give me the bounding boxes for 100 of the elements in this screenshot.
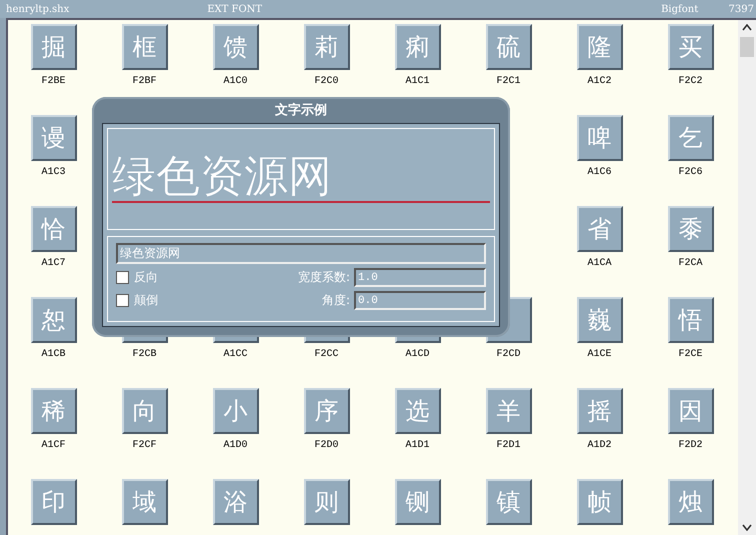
file-name: henryltp.shx [6,4,70,14]
glyph-tile[interactable]: 痢 [394,24,440,70]
glyph-code: F2C6 [678,167,702,178]
glyph-tile[interactable]: 稀 [30,388,76,434]
glyph-code: F2C2 [678,76,702,87]
glyph-code: F2D2 [678,440,702,451]
glyph-tile[interactable]: 帧 [576,479,622,525]
checkbox[interactable] [116,271,129,284]
glyph-tile[interactable]: 硫 [486,24,532,70]
glyph-character: 痢 [406,35,430,59]
glyph-tile[interactable]: 羊 [486,388,532,434]
glyph-character: 啤 [588,126,612,150]
glyph-tile[interactable]: 黍 [668,206,714,252]
glyph-tile[interactable]: 浴 [212,479,258,525]
glyph-tile[interactable]: 因 [668,388,714,434]
scroll-down-icon[interactable] [742,524,752,531]
glyph-tile[interactable]: 隆 [576,24,622,70]
glyph-tile[interactable]: 印 [30,479,76,525]
glyph-character: 掘 [42,35,66,59]
glyph-tile[interactable]: 框 [122,24,168,70]
glyph-code: A1CD [405,349,430,360]
glyph-character: 帧 [588,490,612,514]
glyph-character: 买 [678,35,702,59]
glyph-tile[interactable]: 省 [576,206,622,252]
glyph-character: 稀 [42,399,66,423]
checkbox-label: 颠倒 [134,292,158,309]
scrollbar[interactable] [738,18,756,535]
glyph-code: A1CF [41,440,66,451]
glyph-tile[interactable]: 买 [668,24,714,70]
glyph-character: 黍 [678,217,702,241]
checkbox-label: 反向 [134,269,158,286]
glyph-code: F2BF [132,76,156,87]
glyph-tile[interactable]: 乞 [668,115,714,161]
glyph-code: A1CC [223,349,248,360]
glyph-character: 镇 [496,490,520,514]
glyph-tile[interactable]: 选 [394,388,440,434]
glyph-character: 恰 [42,217,66,241]
glyph-code: F2D0 [314,440,338,451]
glyph-tile[interactable]: 摇 [576,388,622,434]
glyph-tile[interactable]: 谩 [30,115,76,161]
dialog-title: 文字示例 [275,102,327,120]
glyph-tile[interactable]: 则 [304,479,350,525]
glyph-character: 省 [588,217,612,241]
glyph-tile[interactable]: 恕 [30,297,76,343]
glyph-code: F2CA [678,258,702,269]
scroll-up-icon[interactable] [742,24,752,31]
glyph-character: 框 [132,35,156,59]
glyph-character: 因 [678,399,702,423]
glyph-count: 7397 [728,4,754,14]
glyph-character: 选 [406,399,430,423]
glyph-tile[interactable]: 序 [304,388,350,434]
glyph-character: 隆 [588,35,612,59]
glyph-code: A1D2 [587,440,612,451]
number-input-field[interactable]: 0.0 [354,291,486,310]
glyph-tile[interactable]: 掘 [30,24,76,70]
glyph-code: F2C1 [496,76,520,87]
glyph-code: F2CF [132,440,156,451]
field-label: 宽度系数: [298,269,350,286]
glyph-tile[interactable]: 恰 [30,206,76,252]
glyph-tile[interactable]: 域 [122,479,168,525]
glyph-character: 小 [224,399,248,423]
glyph-code: A1C1 [405,76,430,87]
glyph-tile[interactable]: 啤 [576,115,622,161]
glyph-code: A1C3 [41,167,66,178]
glyph-character: 烛 [678,490,702,514]
text-input-field[interactable]: 绿色资源网 [116,243,486,264]
glyph-code: A1CB [41,349,66,360]
glyph-code: F2CC [314,349,338,360]
glyph-code: A1C7 [41,258,66,269]
glyph-character: 乞 [678,126,702,150]
glyph-tile[interactable]: 悟 [668,297,714,343]
checkbox[interactable] [116,294,129,307]
glyph-tile[interactable]: 巍 [576,297,622,343]
glyph-tile[interactable]: 小 [212,388,258,434]
glyph-tile[interactable]: 烛 [668,479,714,525]
glyph-character: 铡 [406,490,430,514]
glyph-character: 悟 [678,308,702,332]
glyph-tile[interactable]: 镇 [486,479,532,525]
glyph-tile[interactable]: 馈 [212,24,258,70]
glyph-character: 谩 [42,126,66,150]
glyph-character: 则 [314,490,338,514]
glyph-tile[interactable]: 铡 [394,479,440,525]
glyph-character: 硫 [496,35,520,59]
glyph-tile[interactable]: 莉 [304,24,350,70]
glyph-code: F2D1 [496,440,520,451]
glyph-character: 恕 [42,308,66,332]
glyph-character: 馈 [224,35,248,59]
number-input-field[interactable]: 1.0 [354,268,486,287]
glyph-character: 域 [132,490,156,514]
glyph-character: 浴 [224,490,248,514]
glyph-character: 摇 [588,399,612,423]
scroll-thumb[interactable] [740,37,754,57]
glyph-code: A1D0 [223,440,248,451]
glyph-character: 羊 [496,399,520,423]
glyph-tile[interactable]: 向 [122,388,168,434]
glyph-code: F2C0 [314,76,338,87]
glyph-code: A1C2 [587,76,612,87]
glyph-character: 序 [314,399,338,423]
field-label: 角度: [322,292,350,309]
glyph-character: 向 [132,399,156,423]
